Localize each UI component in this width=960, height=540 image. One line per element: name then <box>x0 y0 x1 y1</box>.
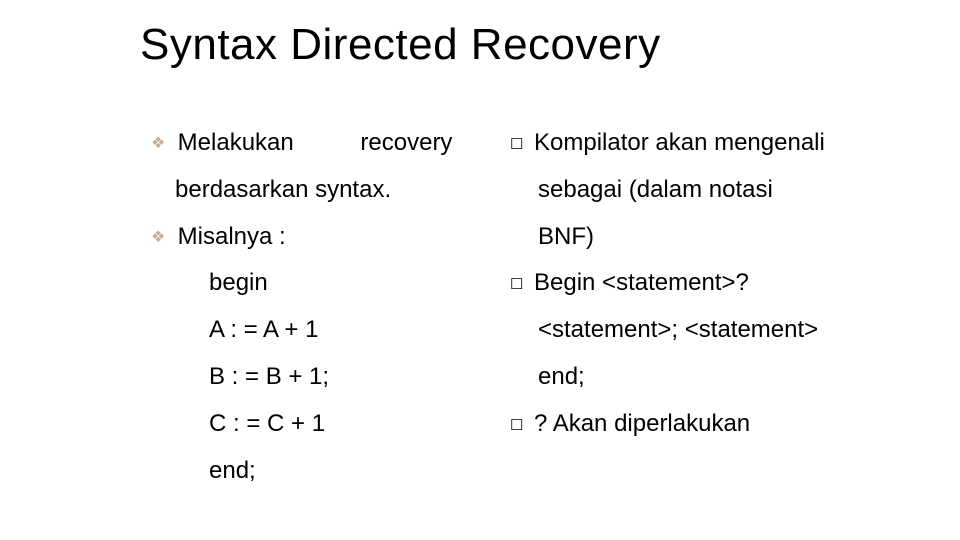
right-bullet-1: ☐Kompilator akan mengenali <box>510 120 900 167</box>
diamond-bullet-icon: ❖ <box>151 128 171 159</box>
right-bullet-2-text: Begin <statement>? <box>534 269 749 296</box>
left-column: ❖ Melakukan recovery berdasarkan syntax.… <box>155 120 510 494</box>
code-line-1: begin <box>155 260 490 307</box>
square-bullet-icon: ☐ <box>510 130 534 159</box>
square-bullet-icon: ☐ <box>510 270 534 299</box>
left-bullet-2-text: Misalnya : <box>178 223 286 250</box>
right-bullet-3: ☐? Akan diperlakukan <box>510 401 900 448</box>
right-bullet-1-cont1: sebagai (dalam notasi <box>510 167 900 214</box>
right-bullet-2: ☐Begin <statement>? <box>510 260 900 307</box>
code-line-2: A : = A + 1 <box>155 307 490 354</box>
right-bullet-3-text: ? Akan diperlakukan <box>534 410 750 437</box>
right-bullet-2-cont1: <statement>; <statement> <box>510 307 900 354</box>
right-column: ☐Kompilator akan mengenali sebagai (dala… <box>510 120 900 494</box>
right-bullet-1-text: Kompilator akan mengenali <box>534 129 825 156</box>
square-bullet-icon: ☐ <box>510 411 534 440</box>
left-bullet-1-text-a: Melakukan <box>178 129 294 156</box>
right-bullet-1-cont2: BNF) <box>510 214 900 261</box>
diamond-bullet-icon: ❖ <box>151 222 171 253</box>
slide-title: Syntax Directed Recovery <box>140 20 661 70</box>
content-columns: ❖ Melakukan recovery berdasarkan syntax.… <box>155 120 925 494</box>
code-line-5: end; <box>155 448 490 495</box>
code-line-4: C : = C + 1 <box>155 401 490 448</box>
left-bullet-2: ❖ Misalnya : <box>155 214 490 261</box>
right-bullet-2-cont2: end; <box>510 354 900 401</box>
left-bullet-1-cont: berdasarkan syntax. <box>155 167 490 214</box>
left-bullet-1: ❖ Melakukan recovery <box>155 120 490 167</box>
left-bullet-1-text-b: recovery <box>360 129 452 156</box>
code-line-3: B : = B + 1; <box>155 354 490 401</box>
